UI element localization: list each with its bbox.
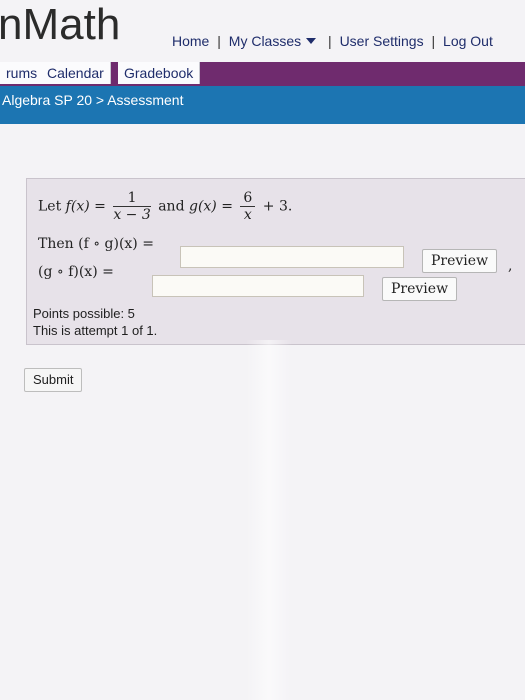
fog-label: Then (f ∘ g)(x) = bbox=[38, 236, 154, 252]
f-fraction: 1 x − 3 bbox=[113, 190, 151, 223]
home-link[interactable]: Home bbox=[172, 33, 209, 49]
gof-label: (g ∘ f)(x) = bbox=[38, 264, 114, 280]
preview-button-1[interactable]: Preview bbox=[422, 249, 498, 273]
tab-calendar[interactable]: Calendar bbox=[41, 62, 111, 84]
breadcrumb[interactable]: Algebra SP 20 > Assessment bbox=[2, 92, 183, 108]
submit-button[interactable]: Submit bbox=[24, 368, 83, 392]
tab-bar: rums Calendar Gradebook bbox=[0, 62, 525, 86]
preview-button-2[interactable]: Preview bbox=[382, 277, 458, 301]
screen-glare bbox=[246, 340, 292, 700]
g-numerator: 6 bbox=[240, 190, 256, 207]
tab-gradebook[interactable]: Gradebook bbox=[118, 62, 201, 84]
points-possible: Points possible: 5 bbox=[33, 306, 135, 321]
g-definition-label: g(x) = bbox=[188, 198, 233, 215]
breadcrumb-bar: Algebra SP 20 > Assessment bbox=[0, 86, 525, 124]
g-tail-text: + 3. bbox=[262, 198, 293, 215]
caret-down-icon[interactable] bbox=[306, 38, 317, 45]
f-numerator: 1 bbox=[113, 190, 151, 207]
question-line-1: Let f(x) = 1 x − 3 and g(x) = 6 x + 3. bbox=[38, 190, 292, 223]
attempt-info: This is attempt 1 of 1. bbox=[33, 323, 158, 338]
logout-link[interactable]: Log Out bbox=[443, 33, 493, 49]
tab-forums[interactable]: rums bbox=[0, 62, 45, 84]
points-panel: Points possible: 5 This is attempt 1 of … bbox=[26, 302, 525, 345]
user-settings-link[interactable]: User Settings bbox=[340, 33, 424, 49]
nav-separator: | bbox=[217, 33, 221, 50]
g-denominator: x bbox=[243, 207, 252, 223]
stray-comma: , bbox=[508, 258, 513, 274]
f-denominator: x − 3 bbox=[113, 207, 151, 223]
nav-separator: | bbox=[431, 33, 436, 50]
top-nav: Home | My Classes | User Settings | Log … bbox=[172, 32, 493, 49]
g-fraction: 6 x bbox=[240, 190, 256, 223]
nav-separator: | bbox=[328, 33, 332, 50]
fog-answer-input[interactable] bbox=[180, 246, 404, 268]
app-logo: nMath bbox=[0, 0, 121, 49]
let-text: Let bbox=[38, 198, 62, 215]
f-definition-label: f(x) = bbox=[65, 198, 106, 215]
and-text: and bbox=[158, 198, 185, 215]
gof-answer-input[interactable] bbox=[152, 275, 364, 297]
my-classes-link[interactable]: My Classes bbox=[229, 33, 301, 49]
